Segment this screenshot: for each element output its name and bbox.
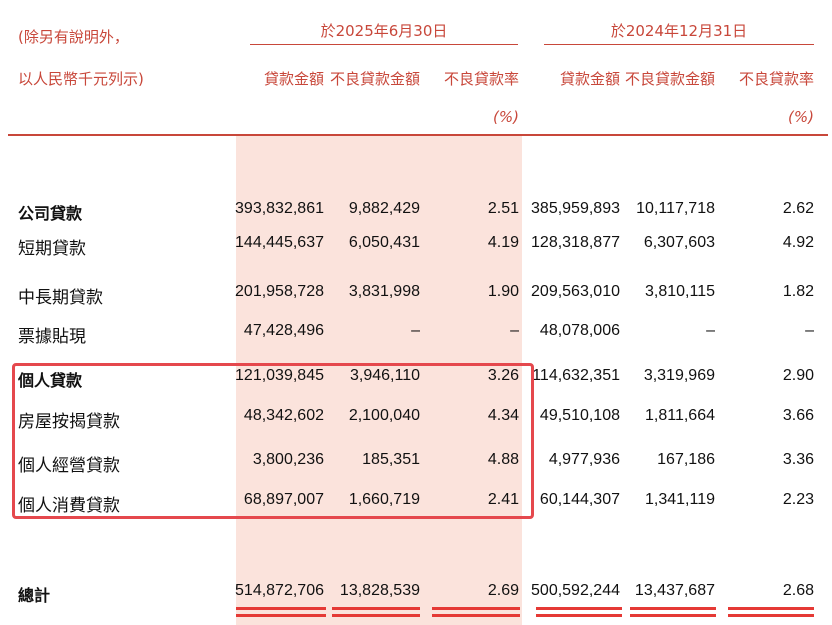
period1-heading: 於2025年6月30日 <box>320 22 448 40</box>
period1-rule <box>250 44 518 45</box>
total-underline <box>332 607 420 610</box>
table-cell: – <box>510 322 519 339</box>
table-cell: 4.19 <box>487 234 519 251</box>
table-cell: 128,318,877 <box>531 234 620 251</box>
table-cell: 209,563,010 <box>531 283 620 300</box>
table-cell: 393,832,861 <box>235 200 324 217</box>
table-cell: 3,831,998 <box>348 283 420 300</box>
p2-pct-unit: (%) <box>788 108 814 126</box>
table-cell: 3,810,115 <box>645 283 715 300</box>
table-cell: 2.23 <box>782 491 814 508</box>
period2-heading: 於2024年12月31日 <box>610 22 748 40</box>
table-cell: 1.90 <box>487 283 519 300</box>
total-cell: 2.68 <box>782 582 814 599</box>
table-cell: 3,319,969 <box>643 367 715 384</box>
header-bottom-rule <box>8 134 828 136</box>
p1-npl-ratio-heading: 不良貸款率 <box>443 70 519 88</box>
total-underline <box>332 614 420 617</box>
p2-npl-amount-heading: 不良貸款金額 <box>624 70 715 88</box>
table-cell: – <box>805 322 814 339</box>
personal-loans-highlight-box <box>12 363 534 519</box>
table-cell: 2.90 <box>782 367 814 384</box>
total-underline <box>236 607 326 610</box>
table-cell: 3.66 <box>782 407 814 424</box>
table-cell: 9,882,429 <box>348 200 420 217</box>
table-cell: 48,078,006 <box>539 322 620 339</box>
p1-loan-amount-heading: 貸款金額 <box>263 70 324 88</box>
table-cell: 385,959,893 <box>531 200 620 217</box>
period2-rule <box>544 44 814 45</box>
total-row: 總計 514,872,706 13,828,539 2.69 500,592,2… <box>0 575 832 609</box>
table-cell: – <box>411 322 420 339</box>
loan-table: (除另有說明外， 以人民幣千元列示) 於2025年6月30日 於2024年12月… <box>0 0 832 625</box>
total-underline <box>536 614 622 617</box>
table-row: 中長期貸款 201,958,728 3,831,998 1.90 209,563,010… <box>0 276 832 310</box>
total-cell: 2.69 <box>487 582 519 599</box>
row-label: 公司貸款 <box>18 204 83 223</box>
p2-npl-ratio-heading: 不良貸款率 <box>738 70 814 88</box>
table-cell: 6,307,603 <box>643 234 715 251</box>
row-label: 票據貼現 <box>18 327 86 347</box>
table-cell: 2.62 <box>782 200 814 217</box>
total-underline <box>630 614 716 617</box>
table-cell: 10,117,718 <box>636 200 715 217</box>
table-cell: 47,428,496 <box>243 322 324 339</box>
table-cell: 3.36 <box>782 451 814 468</box>
table-cell: 114,632,351 <box>532 367 620 384</box>
total-underline <box>236 614 326 617</box>
table-cell: 201,958,728 <box>235 283 324 300</box>
total-cell: 500,592,244 <box>531 582 620 599</box>
table-cell: 2.51 <box>487 200 519 217</box>
total-underline <box>432 614 520 617</box>
table-cell: 60,144,307 <box>539 491 620 508</box>
table-row: 票據貼現 47,428,496 – – 48,078,006 – – <box>0 315 832 349</box>
row-label: 短期貸款 <box>18 239 86 259</box>
p2-loan-amount-heading: 貸款金額 <box>559 70 620 88</box>
total-label: 總計 <box>18 586 51 605</box>
table-row: 短期貸款 144,445,637 6,050,431 4.19 128,318,877 6… <box>0 227 832 261</box>
table-cell: 1,811,664 <box>645 407 715 424</box>
total-underline <box>432 607 520 610</box>
table-cell: 167,186 <box>657 451 715 468</box>
total-underline <box>728 614 814 617</box>
p1-npl-amount-heading: 不良貸款金額 <box>329 70 420 88</box>
table-cell: 4.92 <box>782 234 814 251</box>
table-cell: 144,445,637 <box>235 234 324 251</box>
currency-note-line2: 以人民幣千元列示) <box>18 70 144 88</box>
table-cell: – <box>706 322 715 339</box>
table-row: 公司貸款 393,832,861 9,882,429 2.51 385,959,893 1… <box>0 193 832 227</box>
table-cell: 4,977,936 <box>548 451 620 468</box>
total-cell: 13,828,539 <box>339 582 420 599</box>
total-underline <box>728 607 814 610</box>
total-cell: 514,872,706 <box>235 582 324 599</box>
total-underline <box>536 607 622 610</box>
table-cell: 6,050,431 <box>348 234 420 251</box>
table-cell: 1,341,119 <box>645 491 715 508</box>
total-underline <box>630 607 716 610</box>
table-cell: 49,510,108 <box>539 407 620 424</box>
row-label: 中長期貸款 <box>18 288 103 308</box>
currency-note-line1: (除另有說明外， <box>18 28 129 46</box>
table-cell: 1.82 <box>782 283 814 300</box>
p1-pct-unit: (%) <box>493 108 519 126</box>
total-cell: 13,437,687 <box>634 582 715 599</box>
